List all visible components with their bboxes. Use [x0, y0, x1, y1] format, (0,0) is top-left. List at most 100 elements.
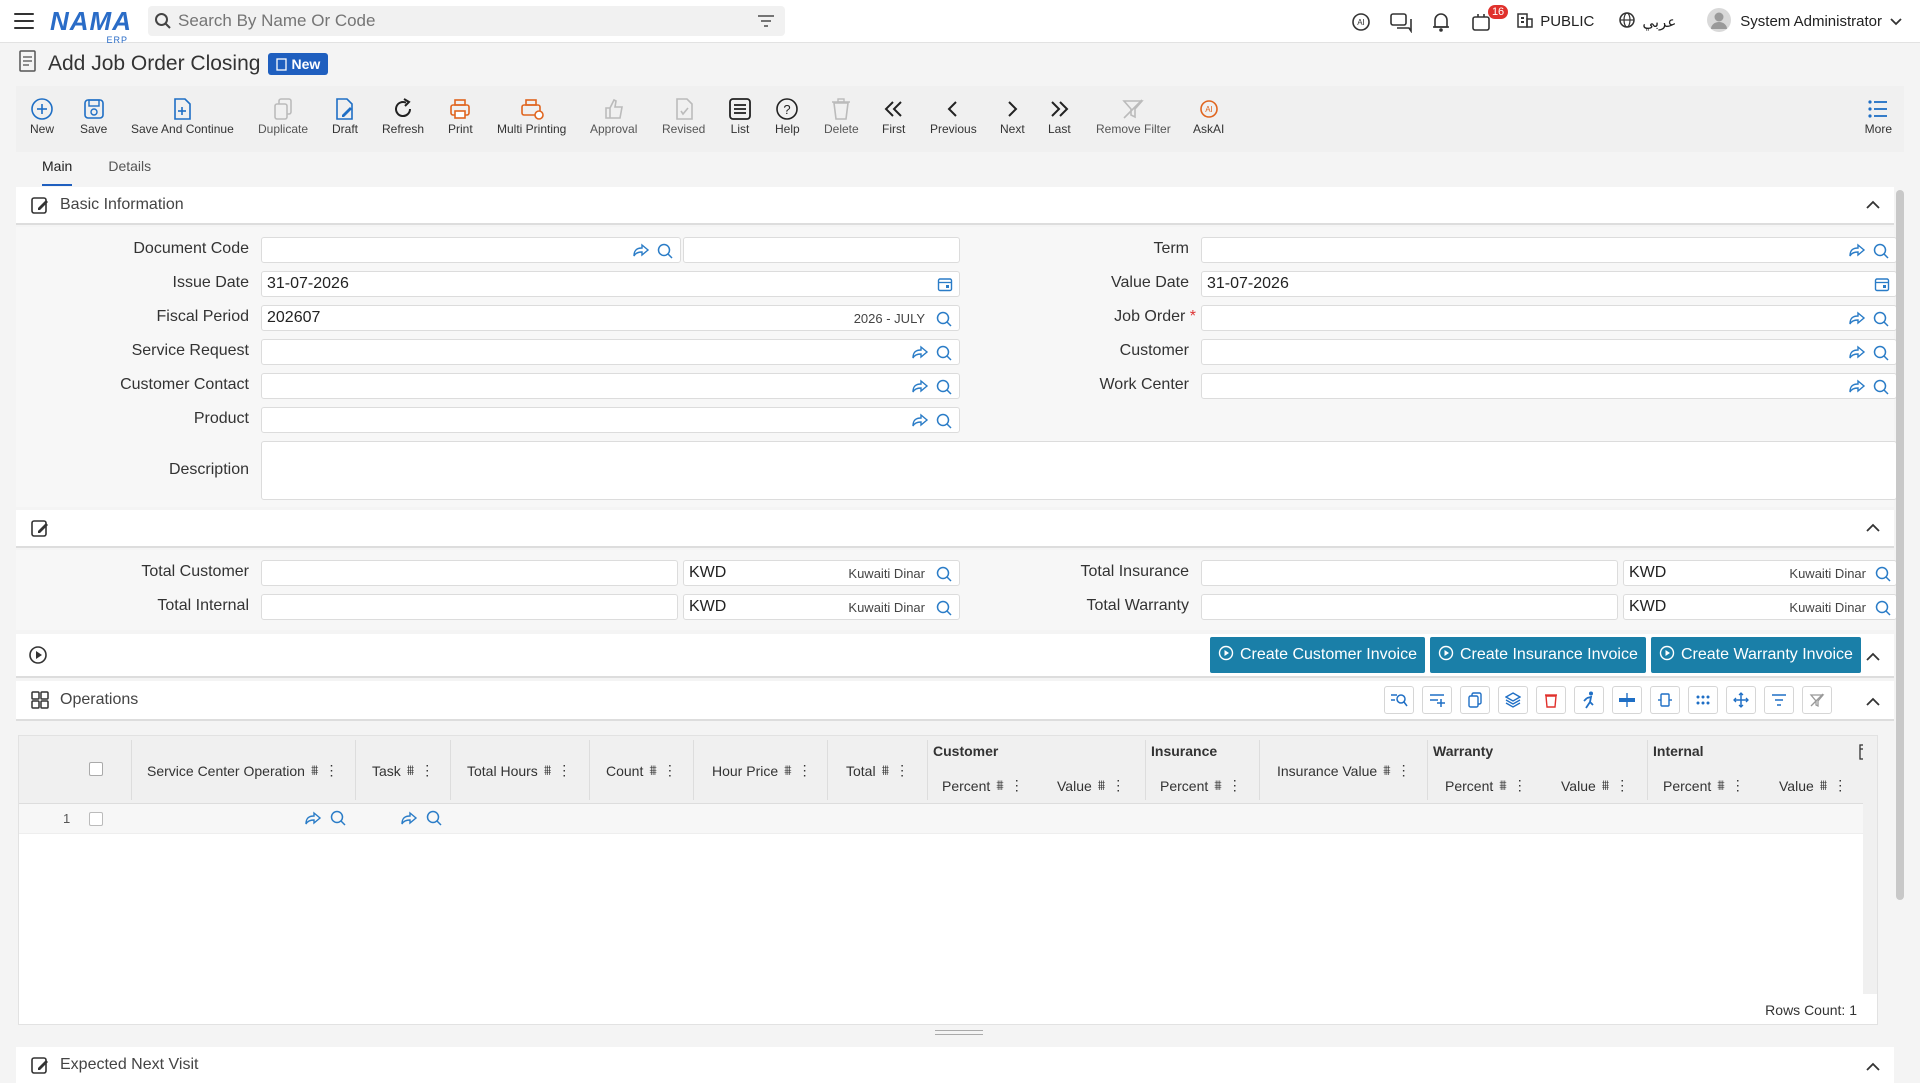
ai-assistant-icon[interactable]: AI [1348, 9, 1374, 35]
grid-scrollbar[interactable] [1863, 736, 1877, 994]
value-date-field[interactable]: 31-07-2026 [1201, 271, 1897, 297]
chat-icon[interactable] [1388, 9, 1414, 35]
chevron-up-icon[interactable] [1866, 197, 1880, 215]
search-input[interactable] [178, 11, 757, 31]
column-header-insurance-percent[interactable]: Percent ⩩ ⋮ [1160, 777, 1242, 794]
column-header-insurance-value[interactable]: Insurance Value ⩩ ⋮ [1277, 762, 1411, 779]
column-menu-icon[interactable]: ⋮ [1111, 777, 1125, 794]
total-warranty-currency-field[interactable]: KWD Kuwaiti Dinar [1623, 594, 1897, 620]
work-center-field[interactable] [1201, 373, 1897, 399]
customer-contact-field[interactable] [261, 373, 960, 399]
chevron-up-icon[interactable] [1866, 649, 1880, 667]
dots-grid-icon[interactable] [1688, 686, 1718, 714]
next-button[interactable]: Next [1000, 96, 1025, 136]
job-order-field[interactable] [1201, 305, 1897, 331]
share-icon[interactable] [1848, 344, 1866, 365]
resize-handle[interactable] [935, 1030, 983, 1035]
tab-main[interactable]: Main [42, 158, 73, 186]
column-header-total[interactable]: Total ⩩ ⋮ [846, 762, 909, 779]
column-menu-icon[interactable]: ⋮ [1513, 777, 1527, 794]
runner-icon[interactable] [1574, 686, 1604, 714]
column-menu-icon[interactable]: ⋮ [1731, 777, 1745, 794]
help-button[interactable]: ? Help [775, 96, 800, 136]
grid-filter-icon[interactable] [1764, 686, 1794, 714]
column-header-hour-price[interactable]: Hour Price ⩩ ⋮ [712, 762, 812, 779]
term-field[interactable] [1201, 237, 1897, 263]
user-menu[interactable]: System Administrator [1706, 7, 1902, 37]
share-icon[interactable] [911, 344, 929, 365]
column-header-internal-value[interactable]: Value ⩩ ⋮ [1779, 777, 1847, 794]
lookup-icon[interactable] [1874, 599, 1892, 622]
lookup-icon[interactable] [656, 242, 674, 265]
column-menu-icon[interactable]: ⋮ [420, 762, 434, 779]
save-button[interactable]: Save [80, 96, 107, 136]
language-switcher[interactable]: عربي [1618, 11, 1676, 33]
layers-icon[interactable] [1498, 686, 1528, 714]
create-customer-invoice-button[interactable]: Create Customer Invoice [1210, 637, 1425, 673]
chevron-up-icon[interactable] [1866, 694, 1880, 712]
document-code-description-field[interactable] [683, 237, 960, 263]
bell-icon[interactable] [1428, 9, 1454, 35]
chevron-up-icon[interactable] [1866, 1059, 1880, 1077]
totals-header[interactable] [16, 510, 1894, 548]
column-filter-icon[interactable]: ⩩ [1383, 762, 1390, 779]
total-customer-field[interactable] [261, 560, 678, 586]
branch-selector[interactable]: PUBLIC [1516, 11, 1594, 33]
lookup-icon[interactable] [935, 599, 953, 622]
customer-field[interactable] [1201, 339, 1897, 365]
column-filter-icon[interactable]: ⩩ [1098, 777, 1105, 794]
save-and-continue-button[interactable]: Save And Continue [131, 96, 234, 136]
new-button[interactable]: New [30, 96, 54, 136]
column-filter-icon[interactable]: ⩩ [649, 762, 656, 779]
grid-search-icon[interactable] [1384, 686, 1414, 714]
revised-button[interactable]: Revised [662, 96, 705, 136]
table-row[interactable]: 1 [19, 804, 1877, 834]
share-icon[interactable] [911, 378, 929, 399]
total-internal-currency-field[interactable]: KWD Kuwaiti Dinar [683, 594, 960, 620]
column-menu-icon[interactable]: ⋮ [557, 762, 571, 779]
lookup-icon[interactable] [1872, 310, 1890, 333]
column-header-total-hours[interactable]: Total Hours ⩩ ⋮ [467, 762, 571, 779]
calendar-icon[interactable] [937, 276, 953, 297]
clear-filter-icon[interactable] [1802, 686, 1832, 714]
column-filter-icon[interactable]: ⩩ [882, 762, 889, 779]
column-menu-icon[interactable]: ⋮ [798, 762, 812, 779]
chevron-up-icon[interactable] [1866, 520, 1880, 538]
draft-button[interactable]: Draft [332, 96, 358, 136]
share-icon[interactable] [1848, 310, 1866, 331]
column-header-warranty-percent[interactable]: Percent ⩩ ⋮ [1445, 777, 1527, 794]
expected-next-visit-header[interactable]: Expected Next Visit [16, 1047, 1894, 1083]
column-header-count[interactable]: Count ⩩ ⋮ [606, 762, 677, 779]
description-textarea[interactable] [261, 441, 1897, 500]
delete-button[interactable]: Delete [824, 96, 859, 136]
column-menu-icon[interactable]: ⋮ [1615, 777, 1629, 794]
fiscal-period-field[interactable]: 202607 2026 - JULY [261, 305, 960, 331]
issue-date-field[interactable]: 31-07-2026 [261, 271, 960, 297]
basic-information-header[interactable]: Basic Information [16, 187, 1894, 225]
column-filter-icon[interactable]: ⩩ [407, 762, 414, 779]
create-warranty-invoice-button[interactable]: Create Warranty Invoice [1651, 637, 1861, 673]
total-customer-currency-field[interactable]: KWD Kuwaiti Dinar [683, 560, 960, 586]
tab-details[interactable]: Details [108, 158, 151, 186]
page-scrollbar[interactable] [1896, 190, 1904, 900]
multi-printing-button[interactable]: Multi Printing [497, 96, 566, 136]
column-menu-icon[interactable]: ⋮ [324, 762, 338, 779]
column-header-warranty-value[interactable]: Value ⩩ ⋮ [1561, 777, 1629, 794]
column-menu-icon[interactable]: ⋮ [1397, 762, 1411, 779]
duplicate-button[interactable]: Duplicate [258, 96, 308, 136]
lookup-icon[interactable] [935, 412, 953, 435]
lookup-icon[interactable] [425, 809, 443, 832]
column-filter-icon[interactable]: ⩩ [1820, 777, 1827, 794]
lookup-icon[interactable] [1872, 378, 1890, 401]
list-button[interactable]: List [728, 96, 752, 136]
column-menu-icon[interactable]: ⋮ [1833, 777, 1847, 794]
copy-row-icon[interactable] [1460, 686, 1490, 714]
column-header-internal-percent[interactable]: Percent ⩩ ⋮ [1663, 777, 1745, 794]
share-icon[interactable] [632, 242, 650, 263]
remove-filter-button[interactable]: Remove Filter [1096, 96, 1171, 136]
lookup-icon[interactable] [1872, 242, 1890, 265]
column-filter-icon[interactable]: ⩩ [1602, 777, 1609, 794]
filter-icon[interactable] [757, 14, 775, 28]
refresh-button[interactable]: Refresh [382, 96, 424, 136]
service-request-field[interactable] [261, 339, 960, 365]
